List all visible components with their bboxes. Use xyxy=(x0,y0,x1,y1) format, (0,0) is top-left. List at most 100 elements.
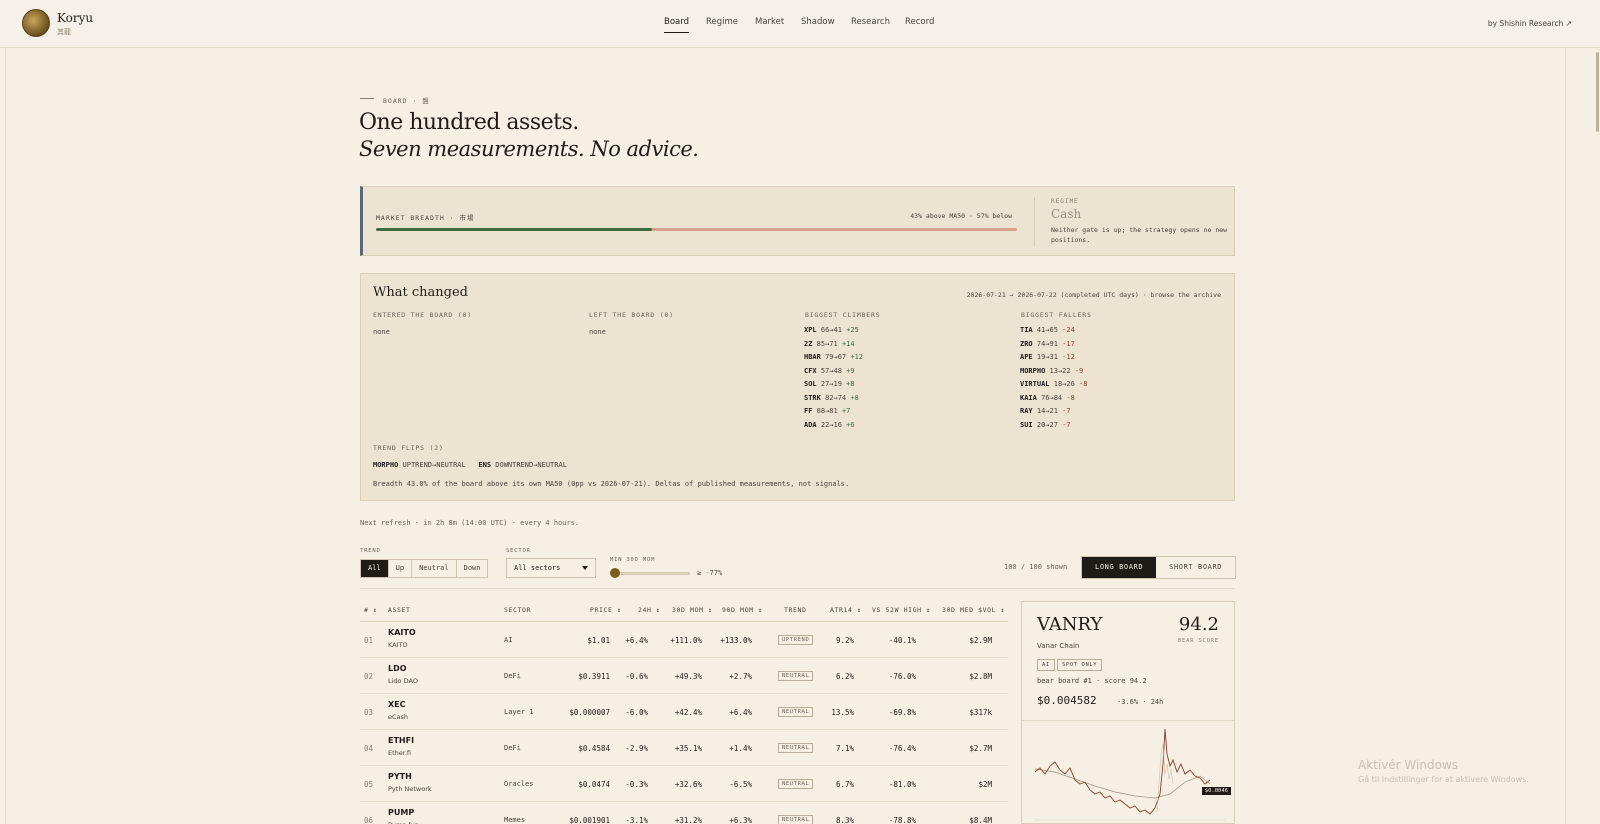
cell-asset-symbol: ETHFI xyxy=(388,736,415,745)
col-asset[interactable]: ASSET xyxy=(388,606,411,614)
mover-symbol: SUI xyxy=(1020,420,1033,429)
cell-24h: +6.4% xyxy=(625,636,648,645)
table-row[interactable]: 01 AI $1.01 +6.4% +111.0% +133.0% 9.2% -40.1% $2… xyxy=(360,622,1008,658)
mover-delta: +25 xyxy=(846,326,859,334)
col-rank[interactable]: # ↕ xyxy=(364,606,378,614)
breadth-footnote: Breadth 43.0% of the board above its own… xyxy=(373,480,850,488)
nav-board[interactable]: Board xyxy=(664,17,689,33)
cell-30d-vol: $2.7M xyxy=(969,744,992,753)
mover-rank-change: 85→71 xyxy=(812,339,842,348)
nav-shadow[interactable]: Shadow xyxy=(801,17,835,27)
cell-asset-symbol: PUMP xyxy=(388,808,415,817)
mover-delta: -7 xyxy=(1062,407,1071,415)
trend-flips-label: TREND FLIPS (2) xyxy=(373,444,444,452)
cell-sector: AI xyxy=(504,636,513,644)
sector-select[interactable]: All sectors xyxy=(506,558,596,578)
trend-down-button[interactable]: Down xyxy=(457,560,488,577)
mover-delta: -8 xyxy=(1066,393,1075,402)
cell-price: $0.000007 xyxy=(569,708,610,717)
cell-30d-vol: $317k xyxy=(969,708,992,717)
asset-detail-card[interactable]: VANRY 94.2 BEAR SCORE Vanar Chain AI SPO… xyxy=(1021,601,1235,824)
col-sector[interactable]: SECTOR xyxy=(504,606,531,614)
mover-rank-change: 14→21 xyxy=(1032,407,1063,415)
byline-link[interactable]: by Shishin Research ↗ xyxy=(1488,19,1572,28)
mover-item[interactable]: RAY 14→21 -7 xyxy=(1020,407,1071,415)
mover-item[interactable]: SOL 27→19 +8 xyxy=(804,380,855,388)
mover-symbol: KAIA xyxy=(1020,393,1037,402)
trend-neutral-button[interactable]: Neutral xyxy=(412,560,457,577)
col-trend[interactable]: TREND xyxy=(784,606,807,614)
cell-sector: Oracles xyxy=(504,780,534,788)
scrollbar-thumb[interactable] xyxy=(1596,52,1599,132)
col-atr14[interactable]: ATR14 ↕ xyxy=(830,606,862,614)
mover-item[interactable]: 2Z 85→71 +14 xyxy=(804,340,855,348)
cell-30d-mom: +31.2% xyxy=(674,816,702,824)
cell-52w-high: -78.8% xyxy=(888,816,916,824)
col-24h[interactable]: 24H ↕ xyxy=(638,606,661,614)
mover-item[interactable]: MORPHO 13→22 -9 xyxy=(1020,367,1083,375)
brand-logo[interactable] xyxy=(22,9,50,37)
col-price[interactable]: PRICE ↕ xyxy=(590,606,622,614)
table-row[interactable]: 03 Layer 1 $0.000007 -6.0% +42.4% +6.4% 13.5% -… xyxy=(360,694,1008,730)
col-30d-vol[interactable]: 30D MED $VOL ↕ xyxy=(942,606,1005,614)
cell-30d-mom: +49.3% xyxy=(674,672,702,681)
mover-rank-change: 22→16 xyxy=(816,420,847,429)
cell-rank: 06 xyxy=(364,816,374,824)
card-score: 94.2 xyxy=(1178,614,1219,635)
mover-item[interactable]: CFX 57→48 +9 xyxy=(804,367,855,375)
mover-item[interactable]: FF 88→81 +7 xyxy=(804,407,850,415)
cell-price: $0.4584 xyxy=(578,744,610,753)
mover-item[interactable]: TIA 41→65 -24 xyxy=(1020,326,1075,334)
table-row[interactable]: 02 DeFi $0.3911 -0.6% +49.3% +2.7% 6.2% -76.0% $… xyxy=(360,658,1008,694)
cell-24h: -0.3% xyxy=(625,780,648,789)
col-30d-mom[interactable]: 30D MOM ↕ xyxy=(672,606,713,614)
mover-item[interactable]: KAIA 76→84 -8 xyxy=(1020,394,1075,402)
momentum-slider[interactable] xyxy=(614,572,690,575)
flip-symbol[interactable]: ENS xyxy=(478,461,491,469)
momentum-slider-value: ≥ -77% xyxy=(697,569,723,577)
nav-research[interactable]: Research xyxy=(851,17,890,27)
col-90d-mom[interactable]: 90D MOM ↕ xyxy=(722,606,763,614)
short-board-button[interactable]: SHORT BOARD xyxy=(1156,557,1236,578)
mover-item[interactable]: VIRTUAL 18→26 -8 xyxy=(1020,380,1087,388)
cell-asset-name: KAITO xyxy=(388,641,408,649)
nav-market[interactable]: Market xyxy=(755,17,784,27)
cell-rank: 01 xyxy=(364,636,374,645)
trend-up-button[interactable]: Up xyxy=(389,560,413,577)
nav-record[interactable]: Record xyxy=(905,17,934,27)
cell-52w-high: -69.8% xyxy=(888,708,916,717)
mover-delta: -8 xyxy=(1079,380,1088,388)
mover-symbol: HBAR xyxy=(804,353,821,361)
market-breadth-panel: MARKET BREADTH · 市場 43% above MA50 · 57%… xyxy=(360,186,1235,256)
mover-item[interactable]: XPL 66→41 +25 xyxy=(804,326,859,334)
table-row[interactable]: 04 DeFi $0.4584 -2.9% +35.1% +1.4% 7.1% -76.4% $… xyxy=(360,730,1008,766)
flip-symbol[interactable]: MORPHO xyxy=(373,461,398,469)
chart-price-tag: $0.0046 xyxy=(1201,787,1231,795)
mover-item[interactable]: ZRO 74→91 -17 xyxy=(1020,340,1075,348)
mover-item[interactable]: HBAR 79→67 +12 xyxy=(804,353,863,361)
mover-item[interactable]: ADA 22→16 +6 xyxy=(804,421,855,429)
cell-52w-high: -76.0% xyxy=(888,672,916,681)
mover-delta: +12 xyxy=(850,353,864,361)
mover-item[interactable]: APE 19→31 -12 xyxy=(1020,353,1075,361)
col-52w-high[interactable]: VS 52W HIGH ↕ xyxy=(872,606,931,614)
mover-item[interactable]: STRK 82→74 +8 xyxy=(804,394,859,402)
table-row[interactable]: 06 Memes $0.001901 -3.1% +31.2% +6.3% 8.3% -78.… xyxy=(360,802,1008,824)
sector-filter-label: SECTOR xyxy=(506,548,531,554)
trend-badge: NEUTRAL xyxy=(778,779,814,789)
cell-30d-mom: +111.0% xyxy=(670,636,702,645)
long-board-button[interactable]: LONG BOARD xyxy=(1082,557,1157,578)
brand-name[interactable]: Koryu xyxy=(57,11,93,25)
shown-count: 100 / 100 shown xyxy=(1004,563,1068,571)
nav-regime[interactable]: Regime xyxy=(706,17,738,27)
mover-item[interactable]: SUI 20→27 -7 xyxy=(1020,421,1071,429)
archive-link[interactable]: 2026-07-21 → 2026-07-22 (completed UTC d… xyxy=(967,291,1221,299)
mover-rank-change: 41→65 xyxy=(1032,326,1063,334)
mover-symbol: STRK xyxy=(804,393,821,402)
momentum-slider-handle[interactable] xyxy=(610,568,620,578)
mover-rank-change: 88→81 xyxy=(812,407,842,415)
mover-delta: +7 xyxy=(841,407,851,415)
trend-all-button[interactable]: All xyxy=(361,560,389,577)
frame-border-left xyxy=(5,48,6,824)
table-row[interactable]: 05 Oracles $0.0474 -0.3% +32.6% -6.5% 6.7% -81.… xyxy=(360,766,1008,802)
